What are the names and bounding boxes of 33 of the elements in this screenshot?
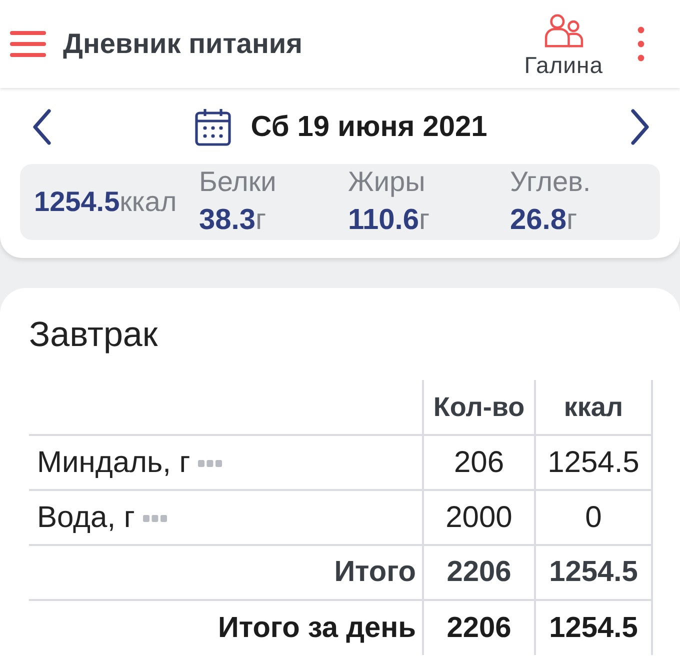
date-title: Сб 19 июня 2021 — [250, 110, 488, 144]
chevron-left-icon[interactable] — [32, 109, 52, 145]
calories-cell: 1254.5 — [535, 545, 652, 600]
day-total-label: Итого за день — [218, 612, 416, 644]
food-name: Миндаль, г — [37, 446, 190, 478]
column-header: ккал — [535, 380, 652, 435]
macro-value: 26.8г — [510, 203, 578, 237]
macro-label: Белки — [199, 165, 278, 199]
macro-label: Углев. — [510, 165, 592, 199]
quantity-cell: 2206 — [423, 600, 535, 655]
quantity-cell: 206 — [423, 435, 535, 490]
calories-cell: 1254.5 — [535, 600, 652, 655]
menu-icon[interactable] — [10, 31, 46, 57]
more-options-icon[interactable] — [637, 26, 645, 62]
macro-label: Жиры — [348, 165, 426, 199]
more-icon[interactable] — [198, 460, 222, 468]
profile-button[interactable]: Галина — [524, 14, 603, 78]
column-header: Кол-во — [423, 380, 535, 435]
quantity-cell: 2206 — [423, 545, 535, 600]
calendar-icon[interactable] — [194, 108, 231, 146]
macro-value: 38.3г — [199, 203, 268, 237]
meal-total-label: Итого — [334, 556, 416, 588]
calories-cell: 0 — [535, 490, 652, 545]
quantity-cell: 2000 — [423, 490, 535, 545]
calorie-total: 1254.5ккал — [34, 186, 177, 218]
meal-title: Завтрак — [29, 315, 159, 355]
food-name: Вода, г — [37, 500, 135, 534]
people-icon — [544, 14, 584, 48]
chevron-right-icon[interactable] — [630, 109, 650, 145]
macro-value: 110.6г — [348, 203, 431, 237]
app-title: Дневник питания — [63, 28, 302, 60]
more-icon[interactable] — [142, 515, 167, 522]
calories-cell: 1254.5 — [535, 435, 652, 490]
